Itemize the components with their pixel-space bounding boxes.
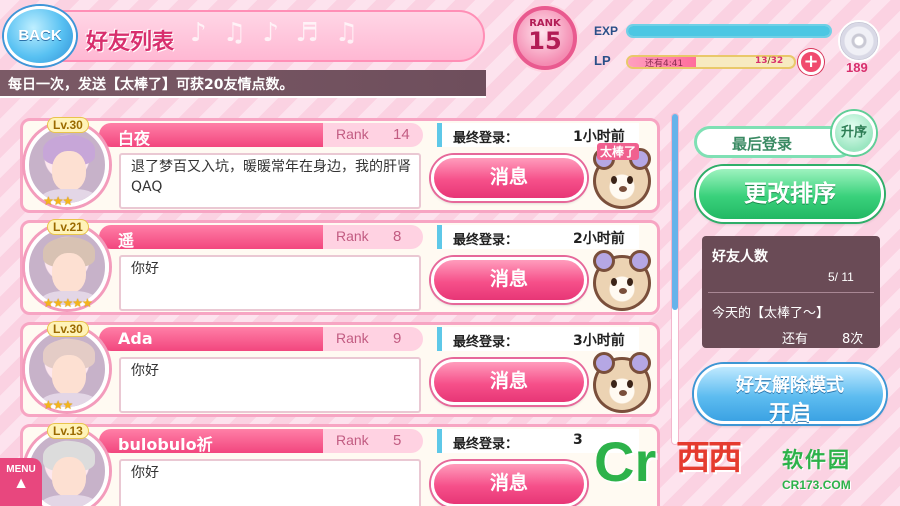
- friend-message: 退了梦百又入坑，暖暖常年在身边，我的肝肾QAQ: [131, 159, 411, 195]
- friend-level: Lv.30: [47, 321, 89, 337]
- change-sort-button[interactable]: 更改排序: [696, 166, 884, 222]
- friend-level: Lv.30: [47, 117, 89, 133]
- info-divider: [708, 292, 874, 293]
- friend-rank-label: Rank: [336, 228, 369, 244]
- friend-count-label: 好友人数: [712, 249, 768, 265]
- disc-count: 189: [846, 60, 868, 75]
- rank-value: 15: [528, 27, 562, 55]
- friend-rank-value: 9: [393, 330, 402, 347]
- last-login-label: 最终登录：: [453, 335, 519, 350]
- page-title: 好友列表: [86, 30, 175, 55]
- friend-message: 你好: [131, 465, 159, 481]
- friend-count-value: 5/ 11: [828, 270, 854, 284]
- sort-criteria-label: 最后登录: [732, 135, 793, 153]
- friend-card[interactable]: 遥 Rank 8 最终登录： 2小时前 你好 消息 Lv.21 ★★★★★: [20, 219, 660, 315]
- last-login-label: 最终登录：: [453, 437, 519, 452]
- lp-max: 32: [770, 56, 784, 66]
- player-rank-badge: RANK 15: [513, 6, 577, 70]
- today-great-label: 今天的【太棒了～】: [712, 306, 830, 321]
- unfriend-mode-state: 开启: [769, 401, 811, 425]
- friend-level: Lv.21: [47, 219, 89, 235]
- friend-message: 你好: [131, 261, 159, 277]
- lp-recover-plus-button[interactable]: +: [798, 49, 824, 75]
- arrow-up-icon: ▲: [13, 475, 29, 492]
- last-login-value: 3: [573, 432, 583, 448]
- exp-label: EXP: [594, 24, 619, 38]
- bear-great-icon[interactable]: [593, 352, 651, 413]
- watermark-brand: 西西: [676, 438, 742, 478]
- bear-great-icon[interactable]: [593, 148, 651, 209]
- great-sent-label: 太棒了: [597, 143, 640, 160]
- friend-rank-value: 14: [393, 126, 410, 143]
- watermark-logo: Cr: [594, 430, 657, 493]
- star-rating: ★★★★★: [43, 296, 93, 310]
- friend-rank-value: 8: [393, 228, 402, 245]
- menu-label: MENU: [6, 464, 36, 475]
- friend-name: 遥: [118, 231, 135, 250]
- star-rating: ★★★: [43, 398, 73, 412]
- music-notes-decoration: ♪ ♫ ♪ ♬ ♫: [190, 18, 363, 48]
- unfriend-mode-button[interactable]: 好友解除模式 开启: [694, 364, 886, 425]
- lp-label: LP: [594, 53, 611, 68]
- lp-recovery-time: 还有4:41: [645, 59, 684, 69]
- message-button[interactable]: 消息: [431, 359, 587, 405]
- friend-message: 你好: [131, 363, 159, 379]
- message-button[interactable]: 消息: [431, 257, 587, 303]
- last-login-label: 最终登录：: [453, 233, 519, 248]
- unfriend-mode-label: 好友解除模式: [736, 375, 844, 396]
- last-login-value: 2小时前: [573, 231, 625, 247]
- friend-card[interactable]: Ada Rank 9 最终登录： 3小时前 你好 消息 Lv.30 ★★★: [20, 321, 660, 417]
- message-button[interactable]: 消息: [431, 461, 587, 506]
- remaining-value: 8次: [842, 332, 864, 347]
- watermark-subtitle: 软件园: [782, 448, 851, 472]
- exp-bar: [626, 24, 832, 38]
- friend-rank-label: Rank: [336, 126, 369, 142]
- lp-current: 13: [755, 56, 768, 66]
- exp-bar-fill: [628, 26, 830, 36]
- remaining-label: 还有: [782, 332, 809, 347]
- notice-text: 每日一次，发送【太棒了】可获20友情点数。: [8, 77, 294, 93]
- star-rating: ★★★: [43, 194, 73, 208]
- friend-card[interactable]: bulobulo祈 Rank 5 最终登录： 3 你好 消息 Lv.13: [20, 423, 660, 506]
- message-button[interactable]: 消息: [431, 155, 587, 201]
- sort-order-button[interactable]: 升序: [832, 111, 876, 155]
- friend-rank-value: 5: [393, 432, 402, 449]
- friend-name: bulobulo祈: [118, 435, 213, 454]
- friend-rank-label: Rank: [336, 432, 369, 448]
- watermark-url: CR173.COM: [782, 478, 851, 492]
- friend-name: 白夜: [118, 129, 151, 148]
- last-login-value: 3小时前: [573, 333, 625, 349]
- disc-icon[interactable]: [838, 20, 880, 62]
- back-button[interactable]: BACK: [4, 6, 76, 66]
- friend-rank-label: Rank: [336, 330, 369, 346]
- friend-level: Lv.13: [47, 423, 89, 439]
- friend-name: Ada: [118, 329, 153, 348]
- menu-button[interactable]: MENU ▲: [0, 458, 42, 506]
- scrollbar-thumb[interactable]: [672, 114, 678, 310]
- lp-count: 13/32: [755, 56, 784, 66]
- friend-card[interactable]: 白夜 Rank 14 最终登录： 1小时前 退了梦百又入坑，暖暖常年在身边，我的…: [20, 117, 660, 213]
- bear-great-icon[interactable]: [593, 250, 651, 311]
- last-login-label: 最终登录：: [453, 131, 519, 146]
